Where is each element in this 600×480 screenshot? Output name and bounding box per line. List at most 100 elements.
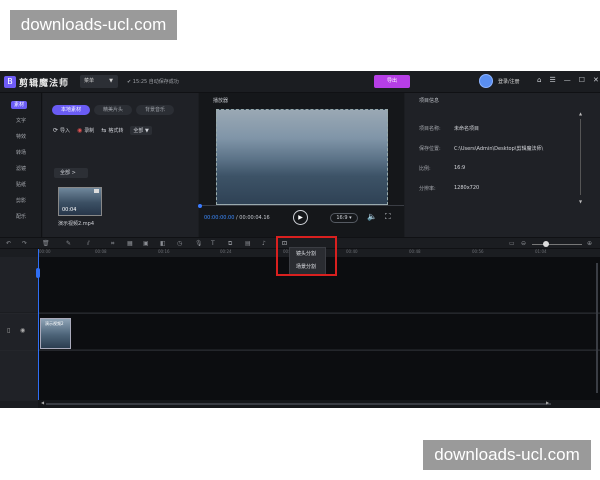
tab-intro[interactable]: 精美片头 — [94, 105, 133, 115]
ruler-tick: 01:04 — [535, 249, 547, 254]
lock-icon[interactable]: ▯ — [7, 327, 10, 334]
split-icon[interactable]: ⫽ — [87, 240, 90, 248]
layer-icon[interactable]: ▤ — [245, 240, 251, 247]
maximize-icon[interactable]: ☐ — [579, 76, 585, 84]
progress-track[interactable] — [199, 205, 404, 206]
chevron-down-icon: ▼ — [109, 78, 113, 84]
scroll-left-icon[interactable]: ◀ — [41, 400, 44, 405]
breadcrumb[interactable]: 全部 > — [54, 168, 88, 178]
timeline-clip[interactable]: 演示视频2 — [40, 318, 71, 349]
ruler-tick: 00:16 — [158, 249, 170, 254]
prop-row-resolution: 分辨率: 1280x720 — [419, 185, 480, 192]
media-panel: 本地素材 精美片头 背景音乐 ⟳ 导入 ◉ 录制 ⇆ 格式转 全部 ▼ 全部 > 00… — [43, 93, 198, 237]
clip-label: 演示视频2 — [45, 321, 64, 326]
filter-all-dropdown[interactable]: 全部 ▼ — [130, 126, 152, 135]
redo-icon[interactable]: ↷ — [22, 240, 27, 247]
freeze-icon[interactable]: ▣ — [143, 240, 149, 247]
prop-row-name: 项目名称: 未命名项目 — [419, 126, 480, 132]
import-icon: ⟳ — [53, 127, 59, 134]
record-button[interactable]: ◉ 录制 — [77, 127, 94, 134]
prop-row-ratio: 比例: 16:9 — [419, 165, 466, 172]
convert-icon: ⇆ — [101, 127, 107, 134]
zoom-out-icon[interactable]: ⊖ — [521, 240, 526, 247]
zoom-slider[interactable] — [532, 244, 582, 245]
zoom-in-icon[interactable]: ⊕ — [587, 240, 592, 247]
speed-icon[interactable]: ◷ — [177, 240, 182, 247]
track-header: ▯ ◉ — [0, 314, 38, 350]
mosaic-icon[interactable]: ▦ — [127, 240, 133, 247]
track-audio[interactable] — [0, 350, 600, 401]
edit-icon[interactable]: ✎ — [66, 240, 71, 247]
crop-icon[interactable]: ⌗ — [111, 240, 114, 248]
timeline-hscrollbar[interactable]: ◀ ▶ — [38, 400, 600, 408]
player-header: 播放器 — [213, 98, 229, 104]
track-header — [0, 257, 38, 312]
timeline-vscrollbar[interactable] — [594, 257, 600, 400]
scroll-right-icon[interactable]: ▶ — [546, 400, 549, 405]
tab-local-material[interactable]: 本地素材 — [52, 105, 91, 115]
home-icon[interactable]: ⌂ — [537, 76, 541, 84]
video-preview[interactable] — [216, 109, 388, 205]
nav-item-material[interactable]: 素材 — [0, 97, 41, 113]
close-icon[interactable]: ✕ — [593, 76, 599, 84]
nav-item-effects[interactable]: 特效 — [0, 129, 41, 145]
nav-item-sticker[interactable]: 贴纸 — [0, 177, 41, 193]
login-link[interactable]: 登录/注册 — [498, 78, 520, 85]
ruler-tick: 00:00 — [39, 249, 51, 254]
thumbnail-marker-icon — [94, 189, 99, 193]
tab-bgm[interactable]: 背景音乐 — [136, 105, 175, 115]
format-convert-button[interactable]: ⇆ 格式转 — [101, 127, 123, 134]
play-button[interactable]: ▶ — [293, 210, 308, 225]
menu-label: 菜单 — [84, 78, 95, 84]
nav-item-text[interactable]: 文字 — [0, 113, 41, 129]
ratio-dropdown[interactable]: 16:9 ▾ — [330, 213, 358, 223]
menu-dropdown[interactable]: 菜单 ▼ — [80, 75, 118, 88]
volume-icon[interactable]: 🔈 — [367, 212, 377, 221]
eye-icon[interactable]: ◉ — [20, 327, 25, 334]
avatar[interactable] — [479, 74, 493, 88]
nav-item-music[interactable]: 配乐 — [0, 209, 41, 225]
window-controls: ⌂ ☰ — ☐ ✕ — [537, 76, 599, 84]
nav-item-transition[interactable]: 转场 — [0, 145, 41, 161]
highlight-box — [276, 236, 337, 276]
track-video[interactable]: ▯ ◉ — [0, 313, 600, 350]
record-icon: ◉ — [77, 127, 83, 134]
minimize-icon[interactable]: — — [564, 76, 571, 84]
detach-audio-icon[interactable]: ♪ — [262, 240, 266, 247]
ruler-tick: 00:56 — [472, 249, 484, 254]
scroll-thumb[interactable] — [46, 403, 551, 405]
project-info-panel: 项目信息 项目名称: 未命名项目 保存位置: C:\Users\Admin\Desk… — [405, 93, 600, 237]
track-header — [0, 351, 38, 401]
undo-icon[interactable]: ↶ — [6, 240, 11, 247]
hamburger-icon[interactable]: ☰ — [549, 76, 555, 84]
scroll-up-icon[interactable]: ▲ — [579, 111, 582, 116]
zoom-slider-knob[interactable] — [543, 241, 549, 247]
reverse-icon[interactable]: ◧ — [160, 240, 166, 247]
fit-screen-icon[interactable]: ▭ — [509, 240, 515, 247]
playhead-handle[interactable] — [36, 268, 40, 278]
fullscreen-icon[interactable]: ⛶ — [385, 212, 391, 222]
nav-item-silhouette[interactable]: 剪影 — [0, 193, 41, 209]
scroll-thumb[interactable] — [596, 263, 598, 393]
ruler-tick: 00:40 — [346, 249, 358, 254]
editor-window: B 剪辑魔法师 菜单 ▼ ✔ 15:25 自动保存成功 导出 登录/注册 ⌂ ☰… — [0, 71, 600, 408]
time-readout: 00:00:00.00 / 00:00:04.16 — [204, 215, 270, 221]
app-title: 剪辑魔法师 — [19, 79, 70, 89]
prop-row-location: 保存位置: C:\Users\Admin\Desktop\剪辑魔法师\ — [419, 146, 544, 152]
nav-item-filter[interactable]: 滤镜 — [0, 161, 41, 177]
export-button[interactable]: 导出 — [374, 75, 410, 88]
copy-icon[interactable]: ⧉ — [228, 240, 232, 248]
autosave-status: ✔ 15:25 自动保存成功 — [127, 79, 179, 85]
props-scrollbar[interactable]: ▲ ▼ — [579, 111, 583, 207]
delete-icon[interactable]: 🗑 — [42, 240, 50, 247]
text-icon[interactable]: T — [211, 240, 215, 247]
mic-icon[interactable]: 🎙 — [195, 240, 203, 247]
player-panel: 播放器 00:00:00.00 / 00:00:04.16 ▶ 16:9 ▾ 🔈… — [198, 93, 404, 237]
import-button[interactable]: ⟳ 导入 — [53, 127, 70, 134]
scroll-down-icon[interactable]: ▼ — [579, 199, 582, 204]
progress-handle[interactable] — [198, 204, 202, 208]
thumbnail-duration: 00:04 — [62, 207, 77, 213]
media-thumbnail[interactable]: 00:04 — [58, 187, 102, 216]
project-info-header: 项目信息 — [419, 98, 440, 104]
scroll-thumb[interactable] — [580, 119, 581, 195]
